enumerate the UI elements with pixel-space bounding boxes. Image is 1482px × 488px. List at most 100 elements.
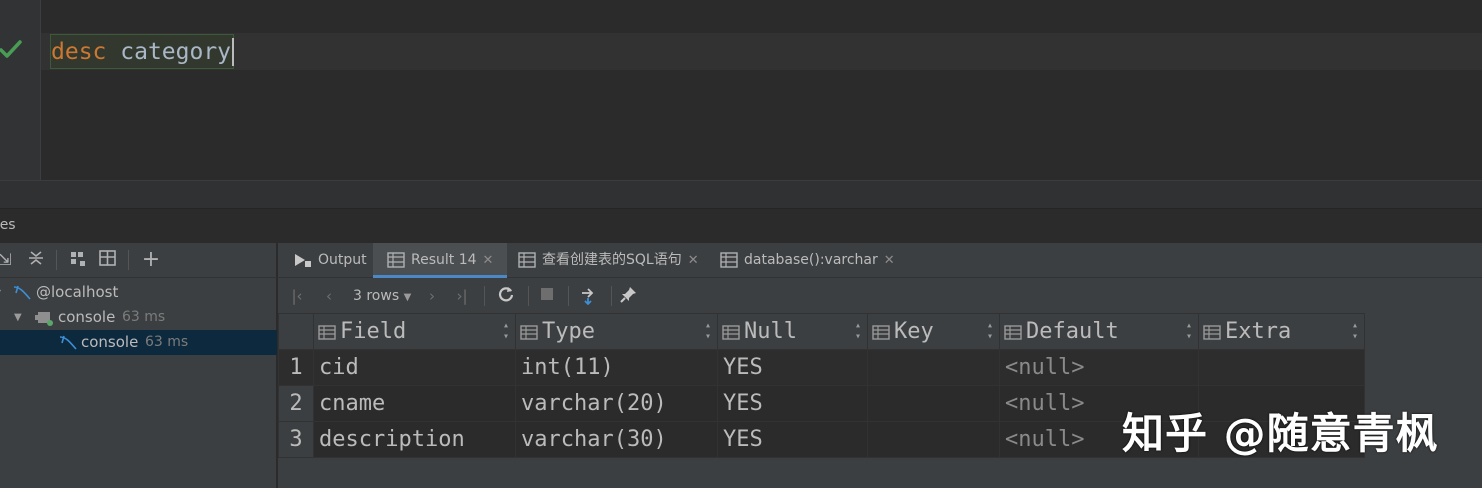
sort-icon[interactable]: ▴ ▾ xyxy=(987,320,993,342)
sort-icon[interactable]: ▴ ▾ xyxy=(503,320,509,342)
cell-type[interactable]: varchar(20) xyxy=(515,385,718,422)
cell-type[interactable]: varchar(30) xyxy=(515,421,718,458)
column-header-key[interactable]: Key ▴ ▾ xyxy=(867,313,1000,350)
cell-field[interactable]: cname xyxy=(313,385,516,422)
results-toolbar: |‹ ‹ 3 rows ▼ › ›| xyxy=(278,279,1482,312)
rows-count-label: 3 rows xyxy=(353,288,400,304)
column-header-label: Key xyxy=(894,319,934,344)
output-icon xyxy=(295,254,311,267)
column-header-label: Null xyxy=(744,319,797,344)
services-toolbar: ⇲ + xyxy=(0,243,277,278)
console-icon xyxy=(59,335,77,350)
editor-gutter xyxy=(0,0,41,180)
cell-type[interactable]: int(11) xyxy=(515,349,718,386)
group-by-icon[interactable] xyxy=(67,249,89,271)
collapse-all-icon[interactable] xyxy=(25,249,47,271)
grid-header-row: Field ▴ ▾ Type ▴ ▾ Null ▴ ▾ Key ▴ ▾ Default ▴ ▾ Ex… xyxy=(278,313,1365,350)
services-panel: ⇲ + ▾ @localhost ▼ console 63 ms console… xyxy=(0,243,277,488)
tree-item-duration: 63 ms xyxy=(145,334,189,350)
tree-item-localhost[interactable]: ▾ @localhost xyxy=(0,280,277,305)
datasource-icon xyxy=(13,285,31,300)
tab-result-14[interactable]: Result 14 ✕ xyxy=(373,243,508,278)
expand-all-icon[interactable]: ⇲ xyxy=(0,249,16,271)
expand-arrow-icon[interactable]: ▼ xyxy=(14,305,22,330)
toolbar-separator xyxy=(528,286,529,306)
watermark: 知乎 @随意青枫 xyxy=(1122,409,1439,458)
stop-icon[interactable] xyxy=(537,285,557,307)
table-row[interactable]: 1 cid int(11) YES <null> xyxy=(278,349,1365,386)
toolbar-separator xyxy=(128,250,129,270)
tab-output[interactable]: Output xyxy=(294,243,367,278)
column-header-label: Default xyxy=(1026,319,1119,344)
column-header-default[interactable]: Default ▴ ▾ xyxy=(999,313,1199,350)
column-icon xyxy=(872,325,890,340)
cell-null[interactable]: YES xyxy=(717,349,868,386)
toolbar-separator xyxy=(484,286,485,306)
column-icon xyxy=(318,325,336,340)
cell-field[interactable]: description xyxy=(313,421,516,458)
layout-icon[interactable] xyxy=(97,249,119,271)
column-icon xyxy=(1203,325,1221,340)
sql-keyword: desc xyxy=(51,39,107,65)
next-page-icon[interactable]: › xyxy=(423,285,441,307)
sql-identifier: category xyxy=(120,39,232,65)
rows-count-dropdown[interactable]: 3 rows ▼ xyxy=(353,285,411,309)
table-icon xyxy=(720,252,738,268)
close-icon[interactable]: ✕ xyxy=(483,253,494,268)
tree-item-duration: 63 ms xyxy=(122,309,166,325)
sort-icon[interactable]: ▴ ▾ xyxy=(855,320,861,342)
row-number-header xyxy=(278,313,314,350)
first-page-icon[interactable]: |‹ xyxy=(288,285,306,307)
cell-extra[interactable] xyxy=(1198,349,1365,386)
sql-statement[interactable]: desc category xyxy=(51,38,235,66)
sql-editor[interactable]: desc category xyxy=(0,0,1482,180)
close-icon[interactable]: ✕ xyxy=(884,253,895,268)
add-service-icon[interactable]: + xyxy=(140,249,162,271)
previous-page-icon[interactable]: ‹ xyxy=(320,285,338,307)
column-header-extra[interactable]: Extra ▴ ▾ xyxy=(1198,313,1365,350)
column-header-label: Type xyxy=(542,319,595,344)
pin-icon[interactable] xyxy=(619,285,639,307)
refresh-icon[interactable] xyxy=(496,285,516,307)
cell-key[interactable] xyxy=(867,349,1000,386)
cell-field[interactable]: cid xyxy=(313,349,516,386)
tree-item-console-session[interactable]: ▼ console 63 ms xyxy=(0,305,277,330)
row-number: 3 xyxy=(278,421,314,458)
expand-arrow-icon[interactable]: ▾ xyxy=(0,280,1,305)
current-line-highlight xyxy=(41,33,1482,70)
column-icon xyxy=(520,325,538,340)
panel-splitter[interactable] xyxy=(0,180,1482,209)
tree-item-console[interactable]: console 63 ms xyxy=(0,330,277,355)
column-header-null[interactable]: Null ▴ ▾ xyxy=(717,313,868,350)
cell-key[interactable] xyxy=(867,421,1000,458)
session-icon xyxy=(35,312,53,326)
cell-default[interactable]: <null> xyxy=(999,349,1199,386)
column-header-type[interactable]: Type ▴ ▾ xyxy=(515,313,718,350)
column-header-field[interactable]: Field ▴ ▾ xyxy=(313,313,516,350)
tree-item-label: console xyxy=(81,333,139,351)
column-header-label: Field xyxy=(340,319,407,344)
sort-icon[interactable]: ▴ ▾ xyxy=(1352,320,1358,342)
results-tabs: Output Result 14 ✕ 查看创建表的SQL语句 ✕ database(… xyxy=(278,243,1482,278)
column-header-label: Extra xyxy=(1225,319,1292,344)
tree-item-label: console xyxy=(58,308,116,326)
sort-icon[interactable]: ▴ ▾ xyxy=(705,320,711,342)
tab-show-create-sql[interactable]: 查看创建表的SQL语句 ✕ xyxy=(518,243,699,278)
toolbar-separator xyxy=(568,286,569,306)
toolbar-separator xyxy=(611,286,612,306)
last-page-icon[interactable]: ›| xyxy=(453,285,471,307)
close-icon[interactable]: ✕ xyxy=(688,253,699,268)
row-number: 1 xyxy=(278,349,314,386)
services-title: ces xyxy=(0,217,16,233)
cell-null[interactable]: YES xyxy=(717,385,868,422)
cell-null[interactable]: YES xyxy=(717,421,868,458)
tab-label: Result 14 xyxy=(411,252,477,268)
tab-database-varchar[interactable]: database():varchar ✕ xyxy=(720,243,895,278)
chevron-down-icon: ▼ xyxy=(403,292,412,303)
cell-key[interactable] xyxy=(867,385,1000,422)
transaction-mode-icon[interactable] xyxy=(578,285,600,307)
tab-label: database():varchar xyxy=(744,252,878,268)
row-number: 2 xyxy=(278,385,314,422)
tab-label: Output xyxy=(318,252,367,268)
sort-icon[interactable]: ▴ ▾ xyxy=(1186,320,1192,342)
